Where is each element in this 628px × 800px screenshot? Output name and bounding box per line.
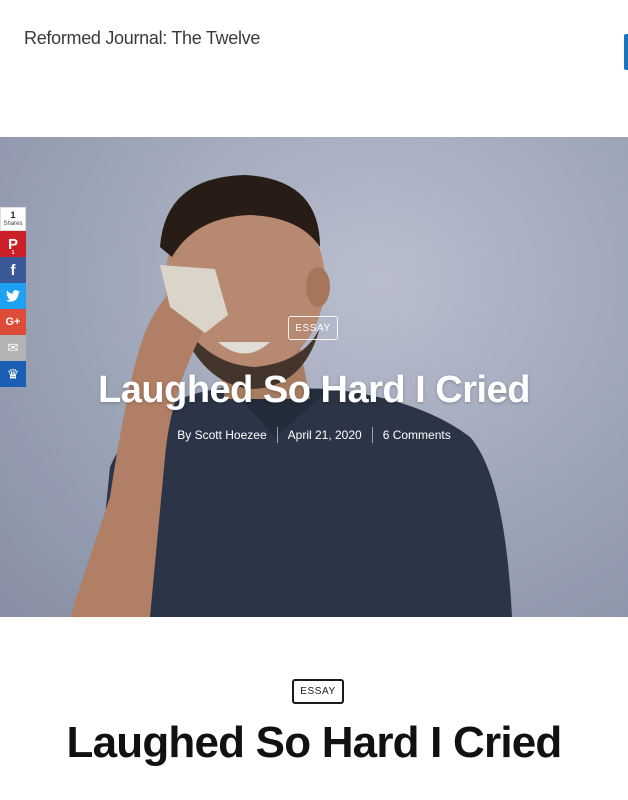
hero-featured-image: ESSAY Laughed So Hard I Cried By Scott H… [0, 137, 628, 617]
google-plus-icon: G+ [5, 316, 21, 328]
hero-category-badge[interactable]: ESSAY [288, 316, 338, 340]
post-title: Laughed So Hard I Cried [66, 718, 563, 767]
social-share-bar: 1 Shares P 1 f G+ ✉ ♛ [0, 207, 26, 387]
meta-divider [371, 427, 373, 443]
site-title-link[interactable]: Reformed Journal: The Twelve [24, 28, 260, 49]
facebook-icon: f [10, 261, 16, 279]
twitter-share-button[interactable] [0, 283, 26, 309]
post-category-badge[interactable]: ESSAY [292, 679, 344, 704]
hero-title: Laughed So Hard I Cried [98, 369, 530, 411]
hero-meta: By Scott Hoezee April 21, 2020 6 Comment… [0, 427, 628, 443]
pinterest-count: 1 [11, 250, 15, 256]
share-count-number: 1 [10, 209, 16, 220]
meta-divider [276, 427, 278, 443]
email-share-button[interactable]: ✉ [0, 335, 26, 361]
email-icon: ✉ [7, 340, 19, 355]
hero-date: April 21, 2020 [287, 428, 362, 442]
hero-comments-link[interactable]: 6 Comments [383, 428, 451, 442]
sumome-share-button[interactable]: ♛ [0, 361, 26, 387]
crown-icon: ♛ [6, 365, 20, 382]
share-count-label: Shares [3, 220, 23, 227]
share-count: 1 Shares [0, 207, 26, 231]
twitter-icon [6, 290, 20, 302]
pinterest-share-button[interactable]: P 1 [0, 231, 26, 257]
menu-toggle-edge[interactable] [624, 34, 628, 70]
hero-author-link[interactable]: By Scott Hoezee [177, 428, 266, 442]
google-plus-share-button[interactable]: G+ [0, 309, 26, 335]
facebook-share-button[interactable]: f [0, 257, 26, 283]
